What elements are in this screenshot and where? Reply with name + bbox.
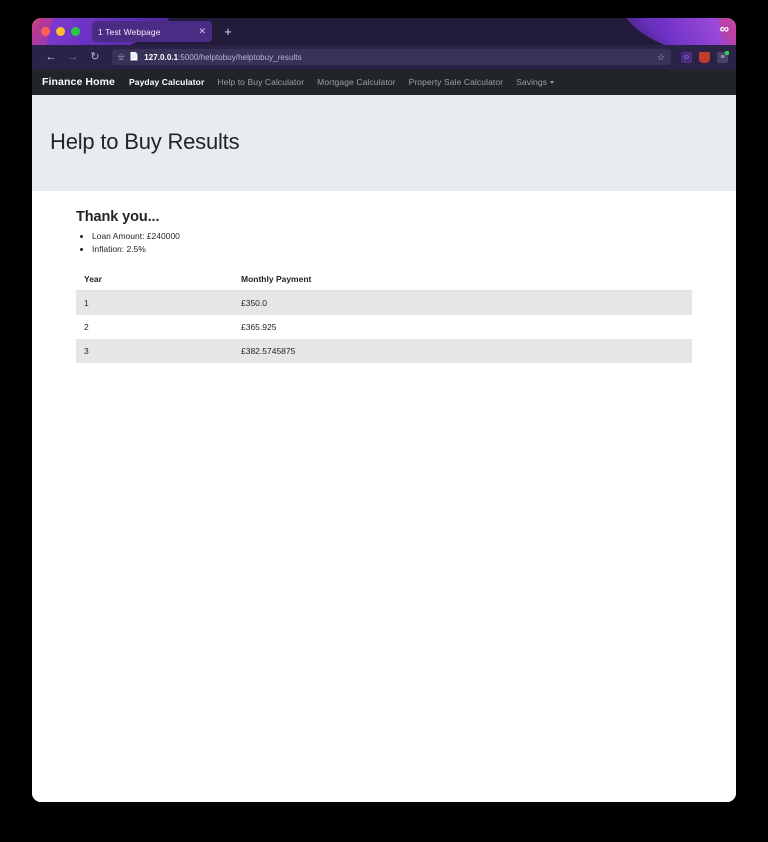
traffic-lights: [41, 27, 80, 36]
tab-title: 1 Test Webpage: [98, 26, 161, 37]
nav-item-savings-dropdown[interactable]: Savings: [516, 77, 555, 87]
main-content: Thank you... Loan Amount: £240000 Inflat…: [32, 191, 736, 364]
column-header-monthly-payment: Monthly Payment: [233, 268, 692, 292]
face-extension-icon[interactable]: ☺: [681, 51, 692, 63]
new-tab-button[interactable]: +: [221, 25, 235, 38]
list-item: Inflation: 2.5%: [92, 243, 736, 256]
url-path: :5000/helptobuy/helptobuy_results: [178, 52, 302, 62]
cell-year: 2: [84, 322, 89, 333]
summary-list: Loan Amount: £240000 Inflation: 2.5%: [92, 230, 736, 256]
page-viewport: Finance Home Payday Calculator Help to B…: [32, 69, 736, 802]
forward-button[interactable]: →: [62, 51, 84, 63]
url-bar[interactable]: ⎒ 📄 127.0.0.1:5000/helptobuy/helptobuy_r…: [112, 49, 671, 65]
nav-item-property-sale-calculator[interactable]: Property Sale Calculator: [409, 77, 504, 87]
list-extension-icon[interactable]: ≡: [717, 50, 729, 63]
table-row: 1 £350.0: [76, 290, 692, 316]
cell-year: 3: [84, 346, 89, 357]
savings-label: Savings: [516, 77, 548, 87]
decorative-swoosh-right-inner: [619, 18, 725, 45]
shield-extension-icon[interactable]: [699, 51, 710, 63]
nav-item-payday-calculator[interactable]: Payday Calculator: [129, 77, 204, 87]
cell-year: 1: [84, 298, 89, 309]
nav-item-help-to-buy-calculator[interactable]: Help to Buy Calculator: [217, 77, 304, 87]
chevron-down-icon: [550, 81, 555, 85]
goggles-icon[interactable]: ∞: [720, 22, 729, 35]
close-window-button[interactable]: [41, 27, 50, 36]
column-header-year: Year: [76, 268, 233, 292]
cell-monthly-payment: £382.5745875: [241, 346, 296, 357]
extension-badge: [725, 50, 729, 55]
cell-monthly-payment: £365.925: [241, 322, 277, 333]
close-icon[interactable]: ✕: [194, 27, 206, 36]
shield-icon: ⎒: [118, 52, 125, 61]
navbar-brand[interactable]: Finance Home: [42, 76, 115, 88]
site-navbar: Finance Home Payday Calculator Help to B…: [32, 69, 736, 95]
table-row: 3 £382.5745875: [76, 339, 692, 364]
nav-item-mortgage-calculator[interactable]: Mortgage Calculator: [317, 77, 395, 87]
table-header-row: Year Monthly Payment: [76, 268, 692, 292]
browser-window: 1 Test Webpage ✕ + ∞ ← → ↻ ⎒ 📄 127.0.0.1…: [32, 18, 736, 802]
url-host: 127.0.0.1: [144, 52, 179, 62]
cell-monthly-payment: £350.0: [241, 298, 267, 309]
table-head: Year Monthly Payment: [76, 268, 692, 292]
browser-tab[interactable]: 1 Test Webpage ✕: [92, 21, 212, 42]
table-row: 2 £365.925: [76, 315, 692, 340]
jumbotron: Help to Buy Results: [32, 95, 736, 191]
results-table: Year Monthly Payment 1 £350.0 2 £365.925…: [76, 268, 692, 364]
extension-icons: ☺ ≡: [677, 50, 729, 63]
list-item: Loan Amount: £240000: [92, 230, 736, 243]
page-icon: 📄: [129, 52, 140, 61]
reload-button[interactable]: ↻: [84, 51, 106, 63]
page-title: Help to Buy Results: [50, 129, 240, 154]
url-text: 127.0.0.1:5000/helptobuy/helptobuy_resul…: [144, 53, 652, 62]
account-area: ∞: [720, 22, 729, 35]
zoom-window-button[interactable]: [71, 27, 80, 36]
minimize-window-button[interactable]: [56, 27, 65, 36]
browser-toolbar: ← → ↻ ⎒ 📄 127.0.0.1:5000/helptobuy/helpt…: [32, 45, 736, 69]
tab-strip: 1 Test Webpage ✕ + ∞: [32, 18, 736, 45]
back-button[interactable]: ←: [40, 51, 62, 63]
thank-you-heading: Thank you...: [76, 209, 160, 225]
star-icon[interactable]: ☆: [657, 52, 665, 62]
table-body: 1 £350.0 2 £365.925 3 £382.5745875: [76, 290, 692, 364]
